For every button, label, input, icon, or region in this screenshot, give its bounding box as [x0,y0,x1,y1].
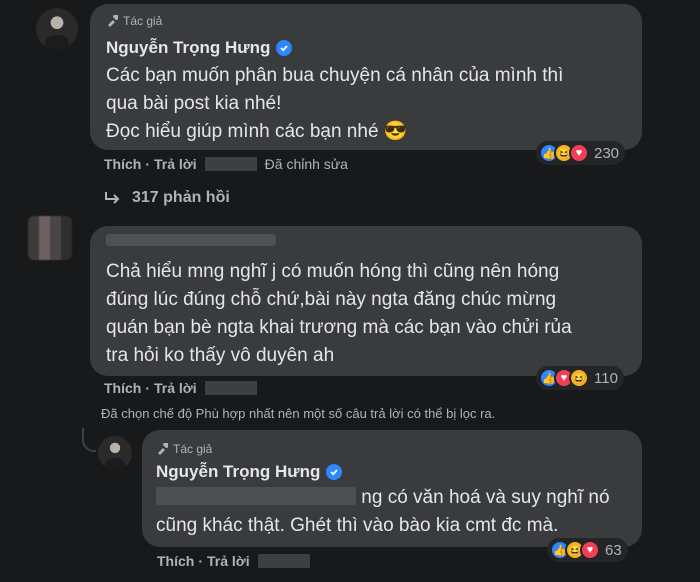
comment-bubble: Tác giả Nguyễn Trọng Hưng ng có văn hoá … [142,430,642,547]
comment-line: đúng lúc đúng chỗ chứ,bài này ngta đăng … [106,289,557,310]
comment-actions: Thích · Trả lời [157,553,318,569]
timestamp[interactable] [257,554,310,568]
edited-label: Đã chỉnh sửa [264,156,348,172]
reaction-count: 110 [594,369,618,387]
timestamp[interactable] [204,381,257,395]
author-avatar[interactable] [98,436,132,470]
comment-line: Các bạn muốn phân bua chuyện cá nhân của… [106,65,564,86]
comment-line: quán bạn bè ngta khai trương mà các bạn … [106,317,572,338]
microphone-icon [158,443,168,455]
reply-button[interactable]: Trả lời [154,156,197,172]
badge-label: Tác giả [173,442,213,456]
like-button[interactable]: Thích [157,553,194,569]
comment-bubble: Tác giả Nguyễn Trọng Hưng Các bạn muốn p… [90,4,642,150]
reaction-summary[interactable]: 👍 😆 ♥ 63 [547,538,628,562]
author-avatar[interactable] [36,8,78,50]
like-button[interactable]: Thích [104,156,141,172]
thread-connector [82,428,96,452]
commenter-avatar[interactable] [28,216,72,260]
separator: · [145,380,151,396]
love-icon: ♥ [569,143,589,163]
verified-icon [326,464,343,480]
comment-bubble: Chả hiểu mng nghĩ j có muốn hóng thì cũn… [90,226,642,376]
comment-line: tra hỏi ko thấy vô duyên ah [106,345,335,366]
comment-line: qua bài post kia nhé! [106,93,282,114]
comment-author[interactable]: Nguyễn Trọng Hưng [106,38,270,58]
comment-actions: Thích · Trả lời Đã chỉnh sửa [104,156,348,172]
view-replies-link[interactable]: 317 phản hồi [104,189,230,207]
comment-actions: Thích · Trả lời [104,380,265,396]
redacted-text [156,487,356,505]
badge-label: Tác giả [123,14,163,28]
reply-button[interactable]: Trả lời [154,380,197,396]
comment-line: Chả hiểu mng nghĩ j có muốn hóng thì cũn… [106,261,560,282]
filter-notice: Đã chọn chế độ Phù hợp nhất nên một số c… [101,406,496,421]
author-badge: Tác giả [106,14,162,28]
timestamp[interactable] [204,157,257,171]
redacted-name [106,234,276,246]
comment-author[interactable] [106,234,276,246]
separator: · [145,156,151,172]
reply-button[interactable]: Trả lời [207,553,250,569]
comment-line: ng có văn hoá và suy nghĩ nó [361,487,610,508]
replies-count: 317 phản hồi [132,189,230,206]
like-button[interactable]: Thích [104,380,141,396]
separator: · [198,553,204,569]
reaction-count: 230 [594,144,620,162]
reaction-count: 63 [605,541,622,559]
love-icon: ♥ [580,540,600,560]
author-badge: Tác giả [156,442,212,456]
comment-line: cũng khác thật. Ghét thì vào bào kia cmt… [156,515,559,536]
comment-line: Đọc hiểu giúp mình các bạn nhé 😎 [106,121,408,142]
reaction-summary[interactable]: 👍 😆 ♥ 230 [536,141,626,165]
reply-arrow-icon [105,192,120,204]
haha-icon: 😆 [569,368,589,388]
verified-icon [276,40,293,56]
microphone-icon [108,15,118,27]
comment-author[interactable]: Nguyễn Trọng Hưng [156,462,320,482]
reaction-summary[interactable]: 👍 ♥ 😆 110 [536,366,624,390]
